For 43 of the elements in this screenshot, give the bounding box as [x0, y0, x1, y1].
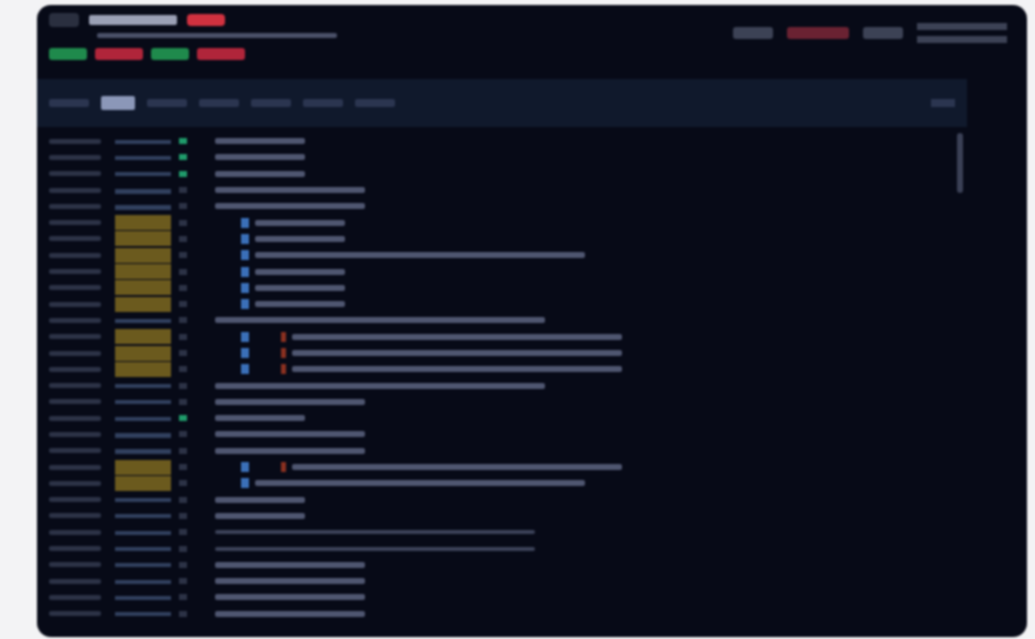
- tab[interactable]: [199, 99, 239, 107]
- blurred-timestamp: [49, 578, 101, 584]
- tab[interactable]: [49, 99, 89, 107]
- tab-bar-button[interactable]: [931, 99, 955, 107]
- toolbar-button[interactable]: [863, 27, 903, 39]
- blurred-timestamp: [49, 187, 101, 193]
- blurred-timestamp: [49, 236, 101, 242]
- tab[interactable]: [147, 99, 187, 107]
- back-button[interactable]: [49, 13, 79, 27]
- blurred-timestamp: [49, 285, 101, 291]
- blurred-timestamp: [49, 415, 101, 421]
- blurred-timestamp: [49, 269, 101, 274]
- blurred-timestamp: [49, 301, 101, 307]
- tab[interactable]: [251, 99, 291, 107]
- blurred-timestamp: [49, 138, 101, 144]
- blurred-timestamp: [49, 594, 101, 600]
- scrollbar[interactable]: [957, 133, 963, 193]
- blurred-timestamp: [49, 399, 101, 405]
- tab[interactable]: [355, 99, 395, 107]
- blurred-timestamp: [49, 366, 101, 372]
- blurred-timestamp: [49, 432, 101, 437]
- blurred-timestamp: [49, 220, 101, 226]
- toolbar-button[interactable]: [787, 27, 849, 39]
- blurred-timestamp: [49, 448, 101, 454]
- blurred-timestamp: [49, 171, 101, 177]
- tab[interactable]: [101, 96, 135, 110]
- blurred-timestamp: [49, 497, 101, 503]
- blurred-timestamp: [49, 334, 101, 340]
- blurred-timestamp: [49, 317, 101, 323]
- blurred-timestamp: [49, 203, 101, 209]
- blurred-timestamp: [49, 464, 101, 470]
- blurred-timestamp: [49, 562, 101, 568]
- blurred-timestamp: [49, 480, 101, 486]
- blurred-timestamp: [49, 513, 101, 519]
- blurred-timestamp: [49, 529, 101, 535]
- tab[interactable]: [303, 99, 343, 107]
- toolbar-button[interactable]: [733, 27, 773, 39]
- blurred-timestamp: [49, 383, 101, 389]
- blurred-timestamp: [49, 611, 101, 617]
- blurred-timestamp: [49, 350, 101, 356]
- blurred-timestamp: [49, 154, 101, 160]
- blurred-timestamp: [49, 252, 101, 258]
- blurred-timestamp: [49, 546, 101, 552]
